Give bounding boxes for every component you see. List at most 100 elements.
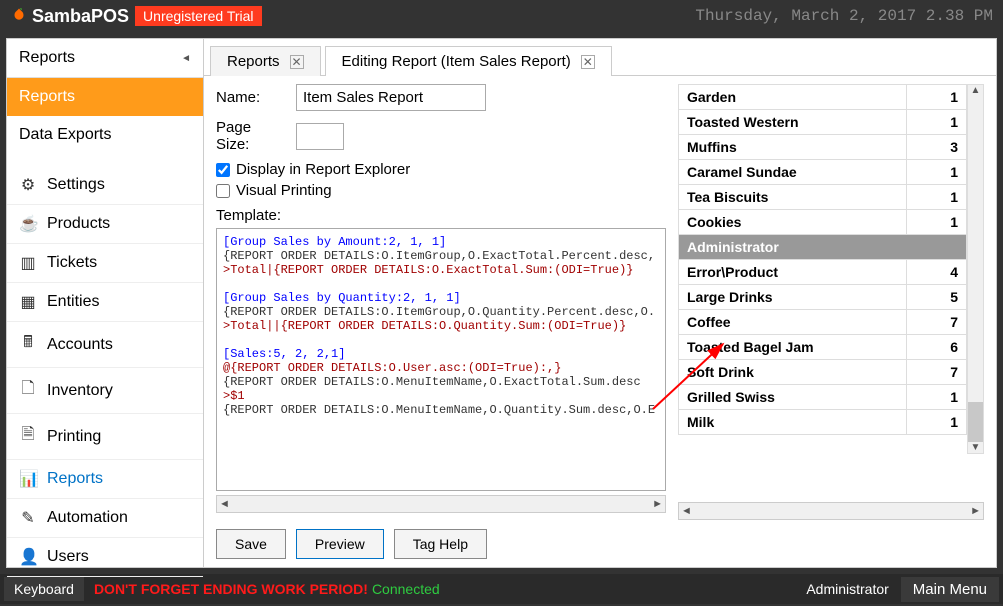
template-line: {REPORT ORDER DETAILS:O.ItemGroup,O.Exac… [223,249,659,263]
item-name-cell: Tea Biscuits [679,185,907,210]
scroll-down-icon[interactable]: ▼ [971,442,981,453]
sidebar-item-label: Printing [47,428,101,446]
tab-1[interactable]: Editing Report (Item Sales Report)✕ [325,46,612,76]
tab-label: Reports [227,53,280,70]
sidebar-item-inventory[interactable]: 🗋Inventory [7,368,203,414]
scrollbar-thumb[interactable] [968,402,983,442]
workspace: Name: Page Size: Display in Report Explo… [204,76,996,567]
tab-close-icon[interactable]: ✕ [581,55,595,69]
sidebar-header[interactable]: Reports ◄ [7,39,203,78]
sidebar-item-accounts[interactable]: 🖩Accounts [7,322,203,368]
scroll-left-icon[interactable]: ◄ [681,505,692,517]
sidebar-item-tickets[interactable]: ▥ Tickets [7,244,203,283]
sidebar-item-reports[interactable]: Reports [7,78,203,116]
reports-icon: 📊 [19,469,37,489]
table-row: Large Drinks5 [679,285,967,310]
sidebar-item-label: Products [47,215,110,233]
sidebar-item-label: Accounts [47,336,113,354]
sidebar-item-users[interactable]: 👤 Users [7,538,203,577]
sidebar-item-data-exports[interactable]: Data Exports [7,116,203,154]
printing-icon: 🗎 [19,423,37,450]
table-row: Error\Product4 [679,260,967,285]
app-name: SambaPOS [32,6,129,27]
template-line: [Group Sales by Amount:2, 1, 1] [223,235,659,249]
name-input[interactable] [296,84,486,111]
sidebar-item-settings[interactable]: ⚙ Settings [7,166,203,205]
visual-printing-checkbox-row[interactable]: Visual Printing [216,182,666,199]
entities-icon: ▦ [19,292,37,312]
name-label: Name: [216,89,286,106]
preview-vertical-scrollbar[interactable]: ▲ ▼ [967,84,984,454]
sidebar-item-label: Tickets [47,254,97,272]
sidebar-item-label: Reports [47,470,103,488]
template-line: {REPORT ORDER DETAILS:O.MenuItemName,O.E… [223,375,659,389]
settings-icon: ⚙ [19,175,37,195]
sidebar-item-products[interactable]: ☕ Products [7,205,203,244]
table-row: Toasted Western1 [679,110,967,135]
tab-bar: Reports✕Editing Report (Item Sales Repor… [204,39,996,76]
users-icon: 👤 [19,547,37,567]
editor-horizontal-scrollbar[interactable]: ◄ ► [216,495,666,513]
display-explorer-checkbox[interactable] [216,163,230,177]
template-line: [Group Sales by Quantity:2, 1, 1] [223,291,659,305]
table-row: Coffee7 [679,310,967,335]
taghelp-button[interactable]: Tag Help [394,529,487,559]
template-line [223,333,659,347]
item-value-cell: 1 [907,85,967,110]
group-header: Administrator [679,235,967,260]
item-value-cell: 1 [907,210,967,235]
table-row: Cookies1 [679,210,967,235]
sidebar-item-entities[interactable]: ▦ Entities [7,283,203,322]
main-area: Reports ◄ ReportsData Exports ⚙Settings☕… [6,38,997,568]
editor-pane: Name: Page Size: Display in Report Explo… [216,84,666,559]
results-table: Garden1Toasted Western1Muffins3Caramel S… [678,84,967,435]
item-name-cell: Coffee [679,310,907,335]
titlebar: SambaPOS Unregistered Trial Thursday, Ma… [0,0,1003,32]
item-value-cell: 1 [907,110,967,135]
item-value-cell: 1 [907,160,967,185]
visual-printing-checkbox[interactable] [216,184,230,198]
table-row: Garden1 [679,85,967,110]
sidebar-item-automation[interactable]: ✎Automation [7,499,203,538]
template-line: @{REPORT ORDER DETAILS:O.User.asc:(ODI=T… [223,361,659,375]
template-textarea[interactable]: [Group Sales by Amount:2, 1, 1]{REPORT O… [216,228,666,491]
scroll-left-icon[interactable]: ◄ [219,498,230,510]
preview-button[interactable]: Preview [296,529,384,559]
sidebar-bottom-nav: ⚙ Settings ☕ Products ▥ Tickets ▦ Entities 🖩Acco… [7,166,203,577]
sidebar-item-label: Users [47,548,89,566]
sidebar-item-label: Automation [47,509,128,527]
products-icon: ☕ [19,214,37,234]
statusbar: Keyboard DON'T FORGET ENDING WORK PERIOD… [0,574,1003,604]
keyboard-button[interactable]: Keyboard [4,577,84,601]
item-name-cell: Caramel Sundae [679,160,907,185]
table-row: Soft Drink7 [679,360,967,385]
tickets-icon: ▥ [19,253,37,273]
display-explorer-checkbox-row[interactable]: Display in Report Explorer [216,161,666,178]
scroll-up-icon[interactable]: ▲ [971,85,981,96]
save-button[interactable]: Save [216,529,286,559]
tab-0[interactable]: Reports ✕ [210,46,321,76]
sidebar-item-printing[interactable]: 🗎 Printing [7,414,203,460]
item-name-cell: Toasted Western [679,110,907,135]
template-line: >Total||{REPORT ORDER DETAILS:O.Quantity… [223,319,659,333]
scroll-right-icon[interactable]: ► [652,498,663,510]
item-name-cell: Error\Product [679,260,907,285]
template-line [223,277,659,291]
item-value-cell: 4 [907,260,967,285]
logo-icon [10,7,28,25]
preview-horizontal-scrollbar[interactable]: ◄ ► [678,502,984,520]
main-menu-button[interactable]: Main Menu [901,577,999,602]
table-row: Administrator [679,235,967,260]
sidebar-item-reports[interactable]: 📊 Reports [7,460,203,499]
pagesize-input[interactable] [296,123,344,150]
item-name-cell: Large Drinks [679,285,907,310]
table-row: Toasted Bagel Jam6 [679,335,967,360]
table-row: Muffins3 [679,135,967,160]
sidebar-item-label: Entities [47,293,99,311]
scroll-right-icon[interactable]: ► [970,505,981,517]
sidebar-item-label: Settings [47,176,105,194]
app-logo: SambaPOS [10,6,129,27]
chevron-left-icon[interactable]: ◄ [181,53,191,64]
tab-close-icon[interactable]: ✕ [290,55,304,69]
item-name-cell: Soft Drink [679,360,907,385]
